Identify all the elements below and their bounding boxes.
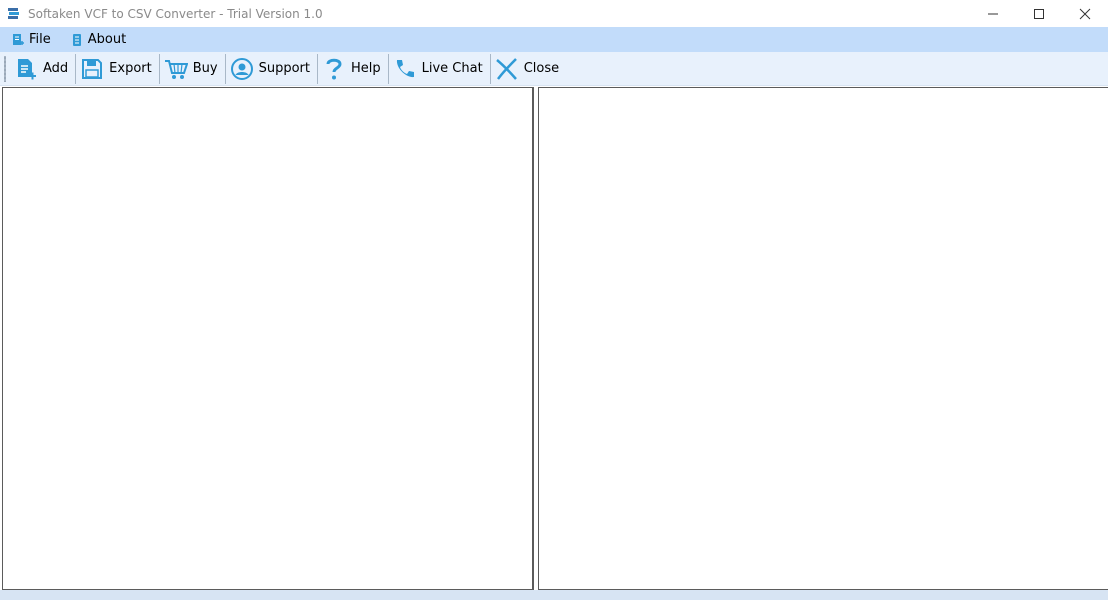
folder-tree-pane[interactable] xyxy=(2,87,534,590)
add-button-label: Add xyxy=(43,61,69,76)
minimize-button[interactable] xyxy=(970,0,1016,27)
toolbar-grip[interactable] xyxy=(4,55,6,82)
close-button-label: Close xyxy=(523,61,560,76)
toolbar: Add Export Buy Support Help Live Chat Cl… xyxy=(0,52,1108,86)
menu-about-label: About xyxy=(87,32,127,47)
maximize-icon xyxy=(1034,8,1044,19)
close-icon xyxy=(1079,8,1091,19)
status-bar xyxy=(0,590,1108,600)
buy-button[interactable]: Buy xyxy=(160,52,225,85)
shopping-cart-icon xyxy=(164,57,188,81)
title-bar: Softaken VCF to CSV Converter - Trial Ve… xyxy=(0,0,1108,27)
question-mark-icon xyxy=(322,57,346,81)
add-button[interactable]: Add xyxy=(10,52,75,85)
live-chat-button-label: Live Chat xyxy=(421,61,483,76)
support-user-icon xyxy=(230,57,254,81)
menu-file-label: File xyxy=(29,32,51,47)
live-chat-button[interactable]: Live Chat xyxy=(389,52,490,85)
help-button-label: Help xyxy=(350,61,381,76)
maximize-button[interactable] xyxy=(1016,0,1062,27)
window-close-button[interactable] xyxy=(1062,0,1108,27)
add-file-icon xyxy=(14,57,38,81)
support-button[interactable]: Support xyxy=(226,52,317,85)
export-button-label: Export xyxy=(109,61,152,76)
menu-bar: File About xyxy=(0,27,1108,52)
document-icon xyxy=(12,33,24,47)
preview-pane[interactable] xyxy=(538,87,1108,590)
save-disk-icon xyxy=(80,57,104,81)
export-button[interactable]: Export xyxy=(76,52,159,85)
menu-file[interactable]: File xyxy=(0,27,59,52)
minimize-icon xyxy=(988,13,998,14)
app-logo-icon xyxy=(6,6,22,22)
menu-about[interactable]: About xyxy=(59,27,134,52)
support-button-label: Support xyxy=(258,61,310,76)
buy-button-label: Buy xyxy=(192,61,218,76)
info-book-icon xyxy=(71,33,83,47)
close-button[interactable]: Close xyxy=(491,52,566,85)
close-x-icon xyxy=(495,57,519,81)
phone-icon xyxy=(393,57,417,81)
window-controls xyxy=(970,0,1108,27)
help-button[interactable]: Help xyxy=(318,52,388,85)
window-title: Softaken VCF to CSV Converter - Trial Ve… xyxy=(28,6,323,21)
